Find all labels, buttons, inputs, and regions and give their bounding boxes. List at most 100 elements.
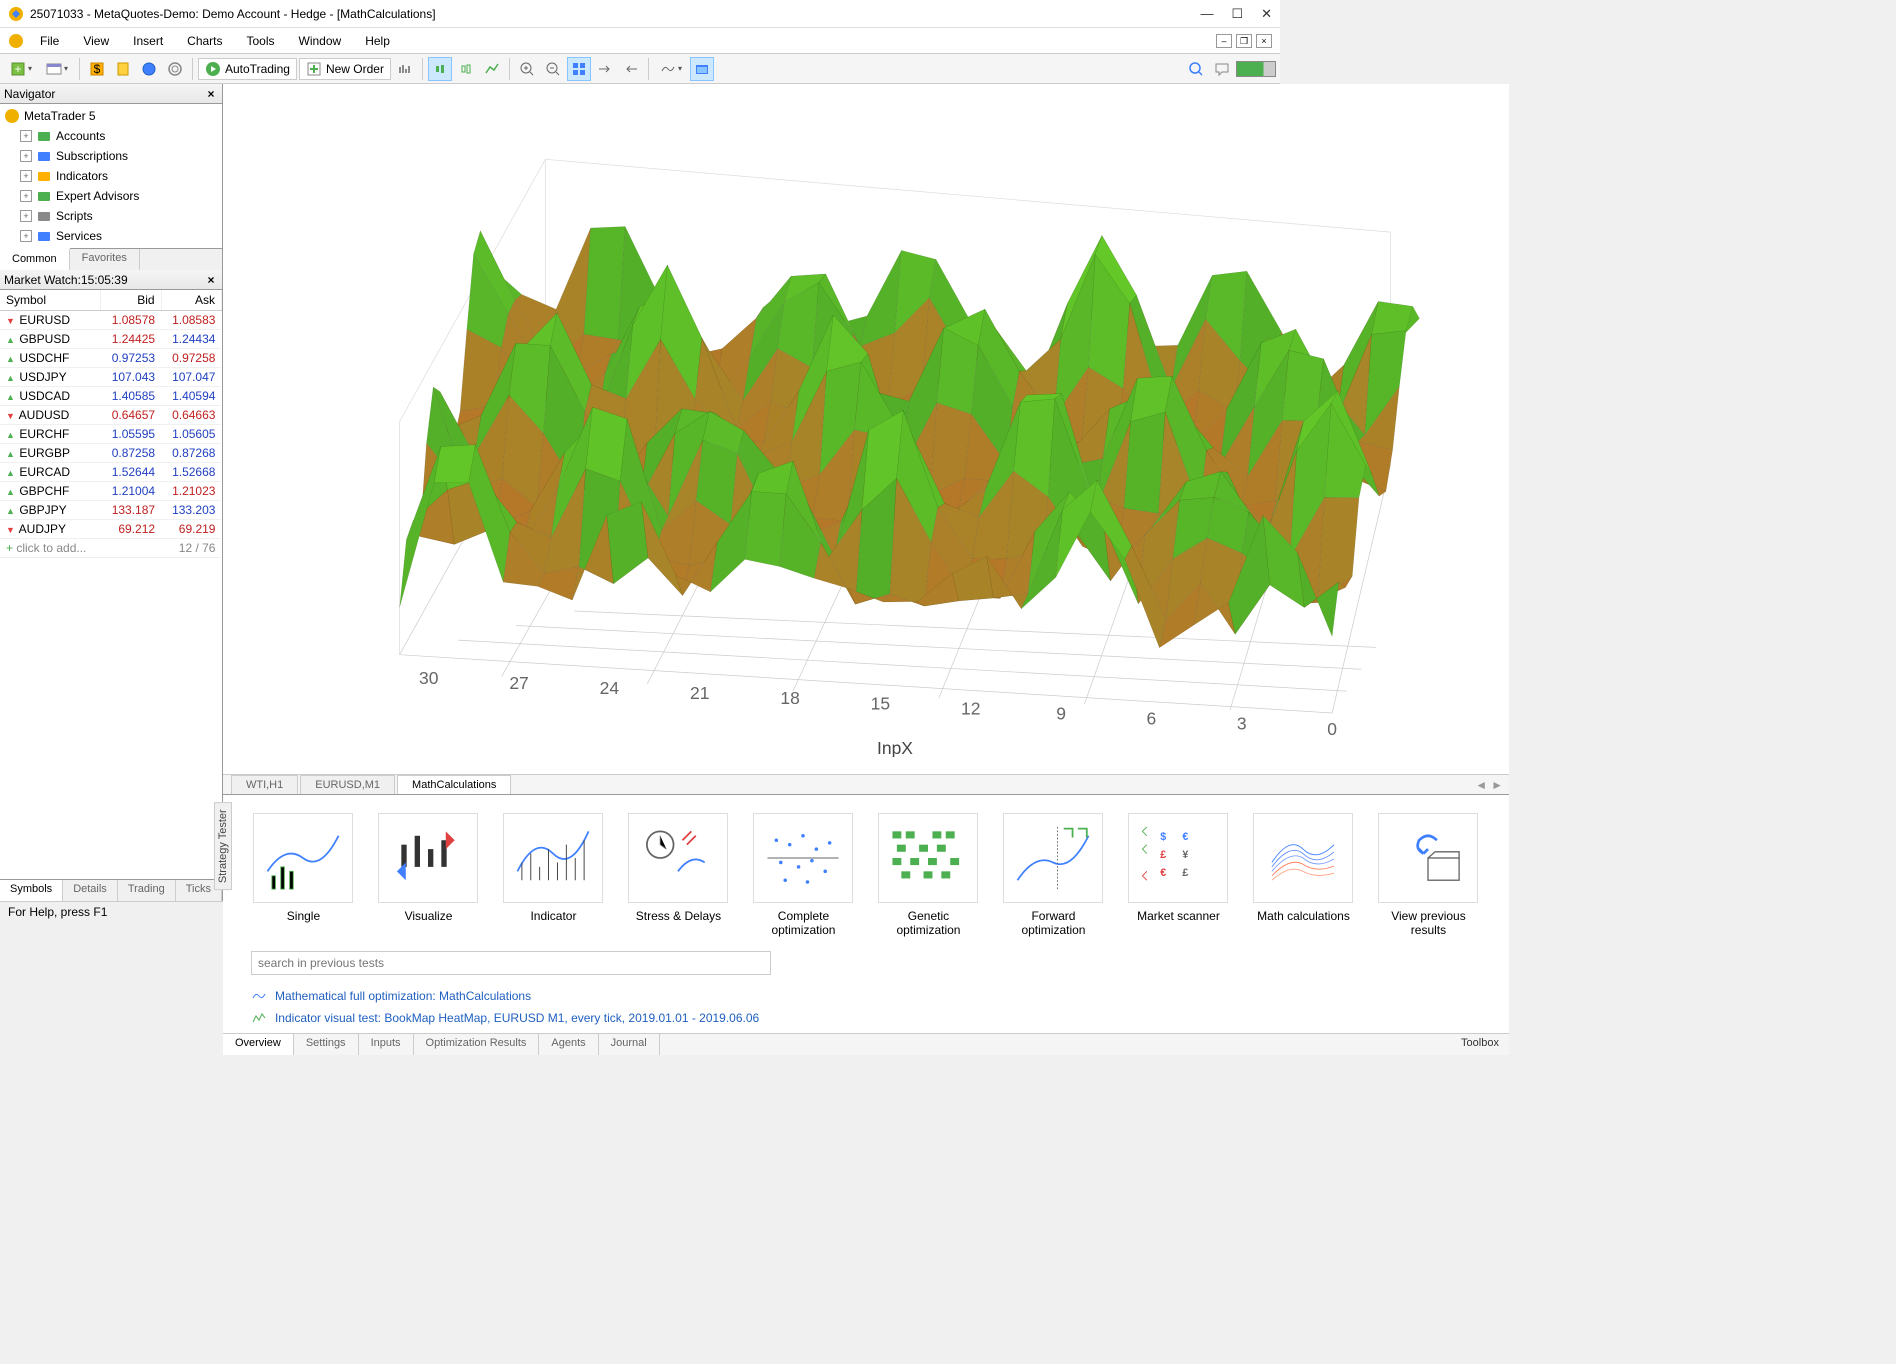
st-tile-market-scanner[interactable]: $€£¥€£Market scanner [1126,813,1231,937]
chat-button[interactable] [1210,57,1234,81]
chart-line-button[interactable] [480,57,504,81]
st-tab-optresults[interactable]: Optimization Results [414,1034,540,1055]
menu-help[interactable]: Help [353,30,402,52]
st-tile-visualize[interactable]: Visualize [376,813,481,937]
connection-indicator[interactable] [1236,61,1276,77]
close-button[interactable]: ✕ [1261,6,1272,22]
tree-item-subscriptions[interactable]: +Subscriptions [20,146,218,166]
strategy-tester-side-label[interactable]: Strategy Tester [214,803,232,891]
svg-text:0: 0 [1327,719,1337,739]
st-tile-genetic-optimization[interactable]: Genetic optimization [876,813,981,937]
market-watch-row[interactable]: ▲ EURCAD1.526441.52668 [0,463,221,482]
tab-nav-right[interactable]: ► [1491,778,1503,792]
nav-tab-favorites[interactable]: Favorites [70,249,140,270]
expander-icon[interactable]: + [20,190,32,202]
mw-tab-symbols[interactable]: Symbols [0,880,63,901]
mw-tab-trading[interactable]: Trading [118,880,176,901]
market-watch-row[interactable]: ▲ USDCHF0.972530.97258 [0,349,221,368]
svg-text:€: € [1161,867,1167,879]
navigator-close-button[interactable]: × [204,87,218,101]
st-tile-forward-optimization[interactable]: Forward optimization [1001,813,1106,937]
navigator-button[interactable] [111,57,135,81]
expander-icon[interactable]: + [20,230,32,242]
market-watch-row[interactable]: ▲ GBPUSD1.244251.24434 [0,330,221,349]
new-chart-button[interactable]: + [4,57,38,81]
shift-button[interactable] [593,57,617,81]
mdi-restore-button[interactable]: ❐ [1236,34,1252,48]
signals-button[interactable] [163,57,187,81]
st-tile-math-calculations[interactable]: Math calculations [1251,813,1356,937]
profiles-button[interactable] [40,57,74,81]
st-tab-overview[interactable]: Overview [223,1034,294,1055]
tile-windows-button[interactable] [567,57,591,81]
tree-item-scripts[interactable]: +Scripts [20,206,218,226]
market-watch-row[interactable]: ▼ EURUSD1.085781.08583 [0,311,221,330]
autotrading-button[interactable]: AutoTrading [198,58,297,80]
minimize-button[interactable]: — [1200,6,1213,22]
menu-charts[interactable]: Charts [175,30,234,52]
new-order-button[interactable]: New Order [299,58,391,80]
chart-candles2-button[interactable] [454,57,478,81]
tree-item-services[interactable]: +Services [20,226,218,246]
chart-tab-wti[interactable]: WTI,H1 [231,775,298,794]
mw-header-ask[interactable]: Ask [161,290,221,311]
st-tile-complete-optimization[interactable]: Complete optimization [751,813,856,937]
expander-icon[interactable]: + [20,130,32,142]
market-watch-row[interactable]: ▲ USDCAD1.405851.40594 [0,387,221,406]
nav-tab-common[interactable]: Common [0,248,70,270]
menu-view[interactable]: View [71,30,121,52]
toolbox-button[interactable] [137,57,161,81]
market-watch-add-row[interactable]: + click to add...12 / 76 [0,539,221,558]
st-link-mathcalc[interactable]: Mathematical full optimization: MathCalc… [251,985,1481,1007]
market-watch-row[interactable]: ▲ GBPCHF1.210041.21023 [0,482,221,501]
st-link-bookmap[interactable]: Indicator visual test: BookMap HeatMap, … [251,1007,1481,1029]
menu-window[interactable]: Window [287,30,354,52]
market-watch-row[interactable]: ▲ EURCHF1.055951.05605 [0,425,221,444]
chart-tab-mathcalc[interactable]: MathCalculations [397,775,511,794]
market-watch-row[interactable]: ▼ AUDUSD0.646570.64663 [0,406,221,425]
market-watch-button[interactable]: $ [85,57,109,81]
svg-text:€: € [1183,831,1189,843]
zoom-in-button[interactable] [515,57,539,81]
chart-area[interactable]: 302724211815129630 InpX [223,84,1509,774]
tree-item-indicators[interactable]: +Indicators [20,166,218,186]
tree-root[interactable]: MetaTrader 5 [4,106,218,126]
templates-button[interactable] [690,57,714,81]
st-tab-inputs[interactable]: Inputs [359,1034,414,1055]
market-watch-row[interactable]: ▲ USDJPY107.043107.047 [0,368,221,387]
st-tile-indicator[interactable]: Indicator [501,813,606,937]
tree-item-accounts[interactable]: +Accounts [20,126,218,146]
st-tab-agents[interactable]: Agents [539,1034,598,1055]
expander-icon[interactable]: + [20,170,32,182]
chart-candles-button[interactable] [428,57,452,81]
tab-nav-left[interactable]: ◄ [1475,778,1487,792]
mdi-close-button[interactable]: × [1256,34,1272,48]
market-watch-close-button[interactable]: × [204,273,218,287]
chart-bars-button[interactable] [393,57,417,81]
st-tile-view-previous-results[interactable]: View previous results [1376,813,1481,937]
chart-tab-eurusd[interactable]: EURUSD,M1 [300,775,395,794]
expander-icon[interactable]: + [20,210,32,222]
market-watch-row[interactable]: ▲ EURGBP0.872580.87268 [0,444,221,463]
search-button[interactable] [1184,57,1208,81]
menu-file[interactable]: File [28,30,71,52]
indicators-button[interactable] [654,57,688,81]
expander-icon[interactable]: + [20,150,32,162]
st-tile-single[interactable]: Single [251,813,356,937]
market-watch-row[interactable]: ▲ GBPJPY133.187133.203 [0,501,221,520]
mw-header-symbol[interactable]: Symbol [0,290,101,311]
autoscroll-button[interactable] [619,57,643,81]
st-tile-stress-delays[interactable]: Stress & Delays [626,813,731,937]
menu-tools[interactable]: Tools [235,30,287,52]
menu-insert[interactable]: Insert [121,30,175,52]
market-watch-row[interactable]: ▼ AUDJPY69.21269.219 [0,520,221,539]
zoom-out-button[interactable] [541,57,565,81]
strategy-tester-search-input[interactable] [251,951,771,975]
st-tab-settings[interactable]: Settings [294,1034,359,1055]
maximize-button[interactable]: ☐ [1231,6,1243,22]
st-tab-journal[interactable]: Journal [599,1034,660,1055]
mw-tab-details[interactable]: Details [63,880,118,901]
mw-header-bid[interactable]: Bid [101,290,161,311]
mdi-minimize-button[interactable]: – [1216,34,1232,48]
tree-item-expert-advisors[interactable]: +Expert Advisors [20,186,218,206]
